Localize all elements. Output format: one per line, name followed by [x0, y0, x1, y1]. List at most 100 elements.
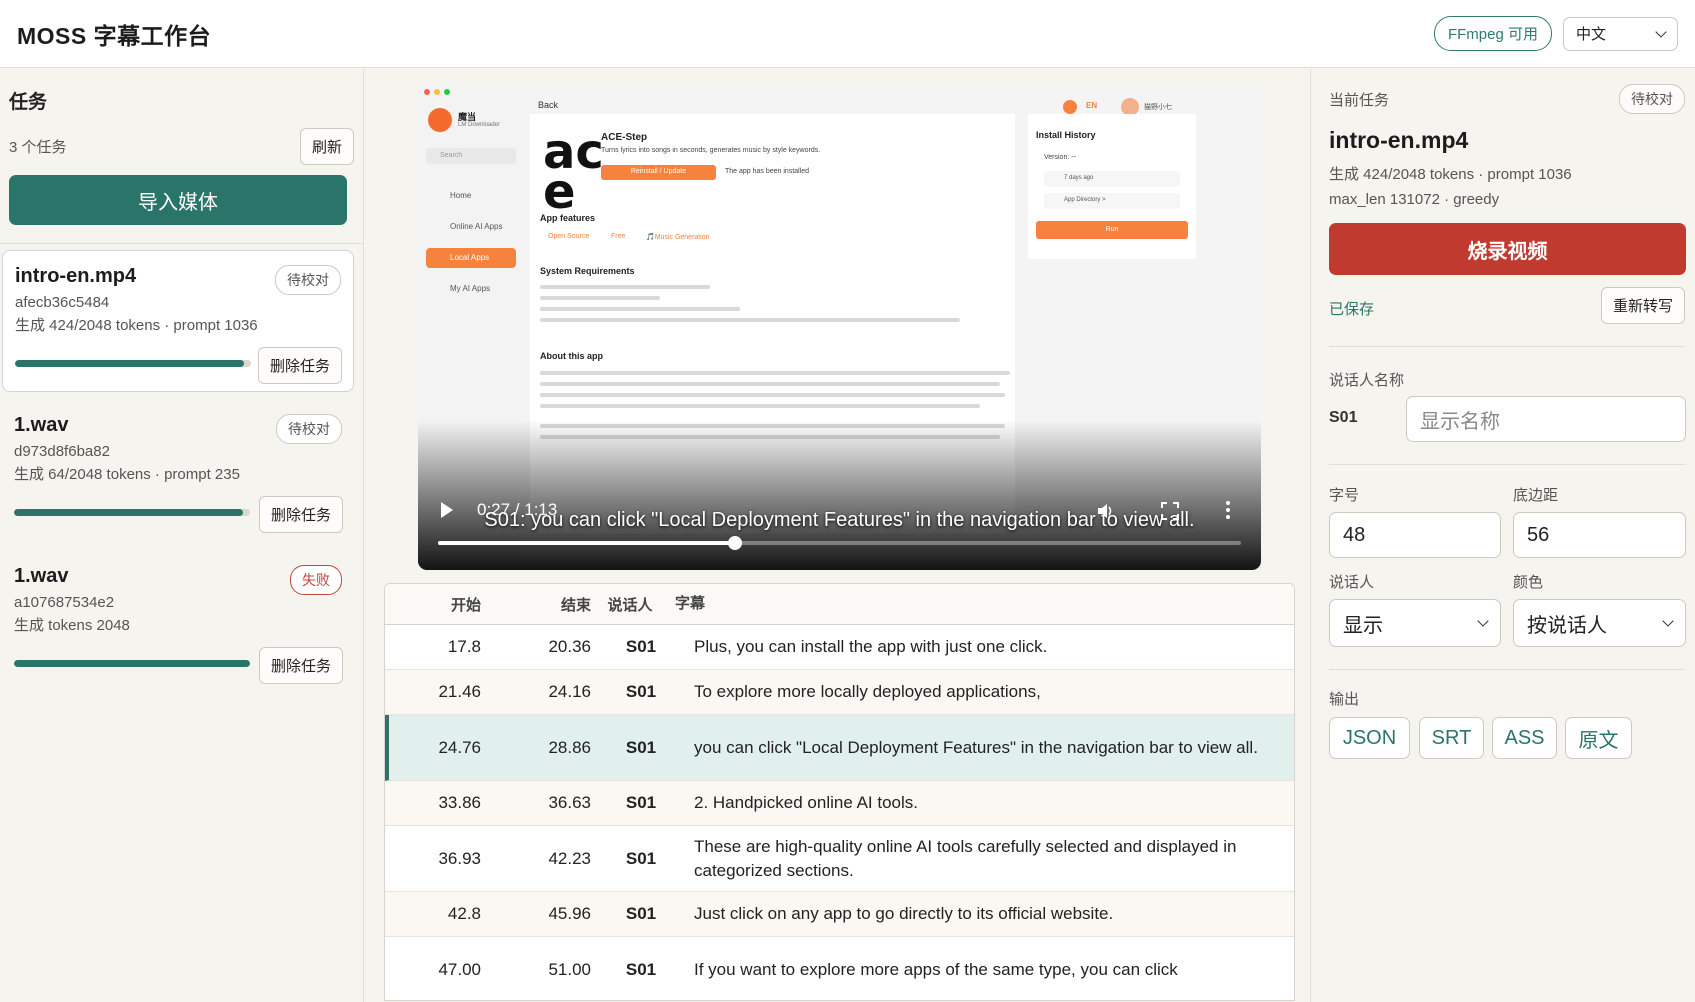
delete-task-button[interactable]: 删除任务 — [258, 496, 343, 533]
burn-video-button[interactable]: 烧录视频 — [1329, 223, 1686, 275]
refresh-button[interactable]: 刷新 — [299, 128, 354, 165]
task-progress-bar — [14, 509, 250, 516]
frame-feature: Open Source — [548, 233, 590, 240]
export-ass-button[interactable]: ASS — [1492, 717, 1557, 759]
task-card[interactable]: intro-en.mp4 afecb36c5484 生成 424/2048 to… — [2, 250, 354, 392]
font-size-input[interactable]: 48 — [1329, 512, 1501, 558]
table-row[interactable]: 47.00 51.00 S01 If you want to explore more… — [385, 937, 1294, 1000]
cell-text: Plus, you can install the app with just … — [694, 637, 1048, 656]
export-json-button[interactable]: JSON — [1329, 717, 1410, 759]
table-row[interactable]: 24.76 28.86 S01 you can click "Local Deploy… — [385, 715, 1294, 781]
export-original-button[interactable]: 原文 — [1565, 717, 1632, 759]
cell-speaker: S01 — [625, 793, 657, 812]
fullscreen-icon[interactable] — [1161, 502, 1179, 520]
seek-bar[interactable] — [438, 536, 1241, 550]
cell-speaker: S01 — [625, 904, 657, 923]
cell-speaker: S01 — [625, 682, 657, 701]
app-header: MOSS 字幕工作台 FFmpeg 可用 中文 — [0, 0, 1695, 68]
cell-text: you can click "Local Deployment Features… — [694, 737, 1258, 757]
cell-start: 21.46 — [438, 682, 481, 701]
divider — [1329, 346, 1685, 347]
subtitle-table: 开始 结束 说话人 字幕 17.8 20.36 S01 Plus, you can i… — [384, 583, 1295, 1001]
seek-handle[interactable] — [728, 536, 743, 550]
video-player[interactable]: 魔当 LM Downloader Search Home Online AI A… — [418, 84, 1261, 570]
status-badge: 待校对 — [276, 414, 342, 444]
chevron-down-icon — [1655, 25, 1667, 38]
status-badge: 待校对 — [275, 265, 341, 295]
volume-icon[interactable] — [1096, 502, 1114, 520]
more-options-icon[interactable] — [1226, 500, 1230, 520]
frame-nav-my: My AI Apps — [450, 284, 491, 293]
app-title: MOSS 字幕工作台 — [17, 22, 212, 49]
delete-task-button[interactable]: 删除任务 — [257, 347, 342, 384]
frame-app-logo: ac e — [543, 124, 604, 220]
frame-text-line — [540, 307, 740, 311]
frame-nav-online: Online AI Apps — [450, 222, 503, 231]
editor-panel: 魔当 LM Downloader Search Home Online AI A… — [365, 69, 1310, 1002]
cell-end: 45.96 — [548, 904, 591, 923]
meta-line: max_len 131072 · greedy — [1329, 191, 1500, 208]
cell-text: If you want to explore more apps of the … — [694, 959, 1178, 979]
col-end: 结束 — [560, 596, 591, 614]
speaker-display-select[interactable]: 显示 — [1329, 599, 1501, 647]
divider — [0, 243, 363, 244]
cell-speaker: S01 — [625, 637, 657, 656]
chevron-down-icon — [1477, 615, 1489, 627]
frame-features-title: App features — [540, 213, 596, 223]
frame-brand-sub: LM Downloader — [458, 122, 501, 128]
color-label: 颜色 — [1513, 574, 1544, 591]
task-card[interactable]: 1.wav d973d8f6ba82 生成 64/2048 tokens · p… — [2, 400, 354, 542]
current-task-label: 当前任务 — [1329, 91, 1390, 109]
frame-history-title: Install History — [1036, 130, 1096, 140]
tasks-panel: 任务 3 个任务 刷新 导入媒体 intro-en.mp4 afecb36c54… — [0, 69, 364, 1002]
table-row[interactable]: 17.8 20.36 S01 Plus, you can install the ap… — [385, 625, 1294, 670]
task-id: d973d8f6ba82 — [14, 443, 110, 460]
frame-app-desc: Turns lyrics into songs in seconds, gene… — [601, 147, 821, 154]
ffmpeg-status-badge: FFmpeg 可用 — [1433, 16, 1552, 51]
divider — [1329, 464, 1685, 465]
frame-logo-icon — [428, 108, 452, 132]
frame-feature: Free — [611, 233, 626, 240]
task-card[interactable]: 1.wav a107687534e2 生成 tokens 2048 失败 删除任… — [2, 551, 354, 693]
details-panel: 当前任务 待校对 intro-en.mp4 生成 424/2048 tokens… — [1310, 69, 1695, 1002]
table-row[interactable]: 42.8 45.96 S01 Just click on any app to go … — [385, 892, 1294, 937]
col-text: 字幕 — [675, 595, 706, 612]
bottom-margin-input[interactable]: 56 — [1513, 512, 1686, 558]
task-id: a107687534e2 — [14, 594, 115, 611]
frame-app-directory: App Directory > — [1044, 193, 1180, 209]
frame-gear-icon — [1063, 100, 1077, 114]
col-speaker: 说话人 — [607, 596, 653, 614]
task-progress-bar — [14, 660, 250, 667]
cell-speaker: S01 — [625, 959, 657, 979]
bottom-margin-label: 底边距 — [1513, 487, 1559, 504]
divider — [1329, 669, 1685, 670]
table-row[interactable]: 21.46 24.16 S01 To explore more locally dep… — [385, 670, 1294, 715]
video-caption: S01: you can click "Local Deployment Fea… — [484, 509, 1195, 531]
chevron-down-icon — [1662, 615, 1674, 627]
language-select[interactable]: 中文 — [1563, 16, 1678, 51]
delete-task-button[interactable]: 删除任务 — [258, 647, 343, 684]
frame-version: Version: -- — [1044, 154, 1076, 161]
table-row[interactable]: 36.93 42.23 S01 These are high-quality onli… — [385, 826, 1294, 892]
export-srt-button[interactable]: SRT — [1419, 717, 1484, 759]
import-media-button[interactable]: 导入媒体 — [9, 175, 347, 225]
status-badge-failed: 失败 — [290, 565, 342, 595]
frame-nav-local: Local Apps — [426, 248, 516, 268]
status-badge: 待校对 — [1619, 84, 1685, 114]
cell-end: 51.00 — [548, 959, 591, 979]
frame-nav-home: Home — [450, 191, 472, 200]
cell-start: 42.8 — [447, 904, 481, 923]
table-header: 开始 结束 说话人 字幕 — [385, 584, 1294, 625]
frame-user: 猫野小七 — [1144, 104, 1172, 111]
retranscribe-button[interactable]: 重新转写 — [1600, 287, 1685, 324]
cell-start: 47.00 — [438, 959, 481, 979]
tasks-title: 任务 — [9, 92, 48, 113]
frame-sysreq-title: System Requirements — [540, 266, 635, 276]
language-value: 中文 — [1576, 26, 1607, 43]
table-row[interactable]: 33.86 36.63 S01 2. Handpicked online AI too… — [385, 781, 1294, 826]
frame-text-line — [540, 318, 960, 322]
speaker-name-input[interactable]: 显示名称 — [1406, 396, 1686, 442]
frame-text-line — [540, 296, 660, 300]
color-select[interactable]: 按说话人 — [1513, 599, 1686, 647]
speaker-display-value: 显示 — [1343, 614, 1383, 637]
